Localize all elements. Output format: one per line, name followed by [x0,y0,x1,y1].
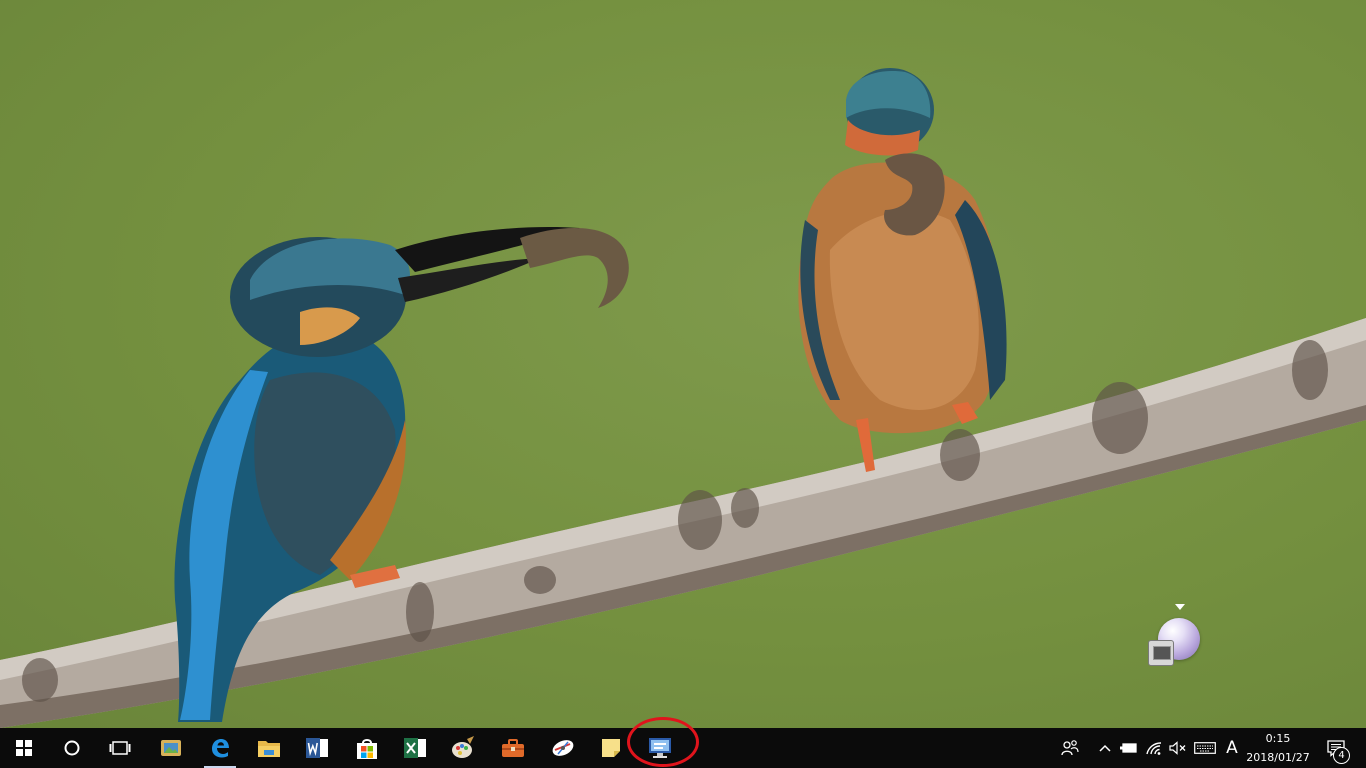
wifi-icon [1146,742,1162,755]
clock-date: 2018/01/27 [1246,751,1310,764]
sticky-notes-icon [602,739,620,757]
volume-muted-icon [1169,741,1186,755]
store-icon [357,739,377,759]
store-button[interactable] [344,728,390,768]
desktop-wallpaper [0,0,1366,728]
file-explorer-button[interactable] [246,728,292,768]
start-button[interactable] [0,728,48,768]
cortana-icon [64,740,80,756]
widget-caret-icon[interactable] [1175,604,1185,610]
battery-button[interactable] [1118,728,1140,768]
task-view-icon [109,741,131,755]
file-explorer-icon [258,741,280,757]
task-view-button[interactable] [96,728,144,768]
ime-mode-button[interactable]: A [1220,728,1244,768]
touch-keyboard-icon [1194,742,1216,754]
excel-icon [404,738,426,758]
gadget-orb-icon[interactable] [1148,604,1204,670]
excel-button[interactable] [392,728,438,768]
volume-button[interactable] [1166,728,1190,768]
clock[interactable]: 0:15 2018/01/27 [1244,728,1312,768]
cortana-button[interactable] [48,728,96,768]
wifi-button[interactable] [1142,728,1166,768]
touch-keyboard-button[interactable] [1192,728,1218,768]
satellite-app-icon [552,740,574,756]
people-icon [1061,740,1079,756]
show-hidden-icons-icon [1099,744,1111,752]
right-kingfisher [798,68,1007,472]
paint-app-icon [452,736,474,758]
remote-desktop-button[interactable] [638,728,684,768]
clock-time: 0:15 [1265,732,1291,745]
edge-icon [212,739,229,758]
taskbar: A 0:15 2018/01/27 [0,728,1366,768]
edge-button[interactable] [198,728,242,768]
word-button[interactable] [294,728,340,768]
photos-app-icon [161,740,181,756]
sticky-notes-button[interactable] [588,728,634,768]
word-icon [306,738,328,758]
remote-desktop-icon [649,738,671,758]
photos-app-button[interactable] [148,728,194,768]
windows-logo-icon [16,740,32,756]
show-hidden-icons-button[interactable] [1094,728,1116,768]
toolbox-app-icon [502,739,524,757]
paint-app-button[interactable] [440,728,486,768]
satellite-app-button[interactable] [540,728,586,768]
widget-chip-icon [1148,640,1174,666]
people-button[interactable] [1056,728,1084,768]
notification-count-badge: 4 [1333,747,1350,764]
battery-icon [1120,743,1137,753]
ime-mode-label: A [1226,738,1238,758]
toolbox-app-button[interactable] [490,728,536,768]
